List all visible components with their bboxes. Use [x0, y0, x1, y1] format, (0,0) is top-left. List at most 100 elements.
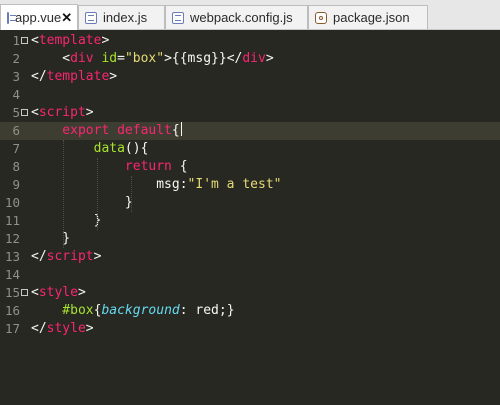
code-token: > — [265, 51, 274, 66]
code-token: style — [38, 285, 78, 300]
tab-label: package.json — [333, 10, 410, 25]
code-token: return — [31, 159, 172, 174]
package-icon — [315, 11, 327, 24]
line-number: 17 — [4, 321, 20, 336]
code-token: (){ — [124, 141, 149, 156]
tab-bar: app.vue ✕ index.js webpack.config.js pac… — [0, 0, 500, 30]
line-number: 10 — [4, 195, 20, 210]
code-text: </script> — [31, 248, 101, 266]
tab-label: app.vue — [15, 10, 62, 25]
code-token: < — [31, 105, 39, 120]
code-token: </ — [31, 69, 47, 84]
code-token: #box — [31, 303, 94, 318]
line-number: 8 — [12, 159, 20, 174]
code-text: return { — [31, 158, 188, 176]
code-text: <template> — [31, 32, 109, 50]
code-line[interactable]: 4 — [0, 86, 500, 104]
fold-toggle-icon[interactable] — [21, 37, 28, 44]
line-number: 11 — [4, 213, 20, 228]
code-editor[interactable]: 1 <template> 2 <div id="box">{{msg}}</div>… — [0, 30, 500, 405]
code-token: : red;} — [179, 303, 235, 318]
code-token: script — [46, 249, 94, 264]
code-token: > — [85, 321, 94, 336]
file-icon — [7, 11, 16, 24]
code-line[interactable]: 3 </template> — [0, 68, 500, 86]
code-token: background — [101, 303, 180, 318]
code-token: >{{msg}}</ — [164, 51, 243, 66]
code-token: < — [31, 51, 71, 66]
file-icon — [85, 11, 97, 24]
code-token: } — [31, 213, 102, 228]
code-text: </template> — [31, 68, 117, 86]
code-token: msg: — [31, 177, 188, 192]
code-token: > — [85, 105, 94, 120]
tab-app-vue[interactable]: app.vue ✕ — [0, 4, 78, 30]
code-text: data(){ — [31, 140, 149, 158]
line-number: 12 — [4, 231, 20, 246]
code-token: { — [171, 123, 180, 138]
text-cursor — [180, 122, 182, 136]
line-number: 2 — [12, 51, 20, 66]
code-token: </ — [31, 321, 47, 336]
code-token: { — [171, 159, 188, 174]
code-text: } — [31, 212, 102, 230]
tab-webpack-config-js[interactable]: webpack.config.js — [165, 5, 308, 29]
code-line[interactable]: 16 #box{background: red;} — [0, 302, 500, 320]
line-number: 3 — [12, 69, 20, 84]
file-icon — [172, 11, 184, 24]
line-number: 7 — [12, 141, 20, 156]
tab-label: index.js — [103, 10, 148, 25]
code-token: > — [101, 33, 110, 48]
fold-toggle-icon[interactable] — [21, 289, 28, 296]
code-token: script — [38, 105, 86, 120]
code-token: "box" — [124, 51, 165, 66]
line-number: 13 — [4, 249, 20, 264]
code-token: </ — [31, 249, 47, 264]
indent-guide — [63, 140, 64, 248]
code-line[interactable]: 5 <script> — [0, 104, 500, 122]
tab-index-js[interactable]: index.js — [78, 5, 165, 29]
line-number: 6 — [12, 123, 20, 138]
code-line[interactable]: 11 } — [0, 212, 500, 230]
code-line[interactable]: 9 msg:"I'm a test" — [0, 176, 500, 194]
code-line[interactable]: 1 <template> — [0, 32, 500, 50]
code-token: < — [31, 33, 39, 48]
code-line[interactable]: 15 <style> — [0, 284, 500, 302]
close-icon[interactable]: ✕ — [61, 10, 72, 26]
line-number: 16 — [4, 303, 20, 318]
code-text: #box{background: red;} — [31, 302, 235, 320]
code-line[interactable]: 14 — [0, 266, 500, 284]
code-token: > — [109, 69, 118, 84]
code-text: </style> — [31, 320, 94, 338]
code-token: "I'm a test" — [187, 177, 282, 192]
line-number: 1 — [12, 33, 20, 48]
code-line[interactable]: 10 } — [0, 194, 500, 212]
code-line[interactable]: 8 return { — [0, 158, 500, 176]
code-text: } — [31, 230, 70, 248]
tab-package-json[interactable]: package.json — [308, 5, 428, 29]
tab-label: webpack.config.js — [190, 10, 293, 25]
indent-guide — [131, 176, 132, 212]
code-token: } — [31, 231, 71, 246]
code-token: template — [46, 69, 110, 84]
code-line[interactable]: 12 } — [0, 230, 500, 248]
code-text: } — [31, 194, 133, 212]
code-text: <div id="box">{{msg}}</div> — [31, 50, 274, 68]
code-text: <style> — [31, 284, 86, 302]
code-line[interactable]: 7 data(){ — [0, 140, 500, 158]
line-number: 5 — [12, 105, 20, 120]
code-line[interactable]: 13 </script> — [0, 248, 500, 266]
fold-toggle-icon[interactable] — [21, 109, 28, 116]
code-token: = — [117, 51, 125, 66]
code-line[interactable]: 2 <div id="box">{{msg}}</div> — [0, 50, 500, 68]
code-text: export default{ — [31, 122, 182, 140]
line-number: 4 — [12, 87, 20, 102]
code-line[interactable]: 17 </style> — [0, 320, 500, 338]
code-token: div — [70, 51, 94, 66]
code-text: msg:"I'm a test" — [31, 176, 281, 194]
code-token: } — [31, 195, 133, 210]
code-token: id — [93, 51, 118, 66]
code-token: < — [31, 285, 39, 300]
line-number: 9 — [12, 177, 20, 192]
code-line[interactable]: 6 export default{ — [0, 122, 500, 140]
